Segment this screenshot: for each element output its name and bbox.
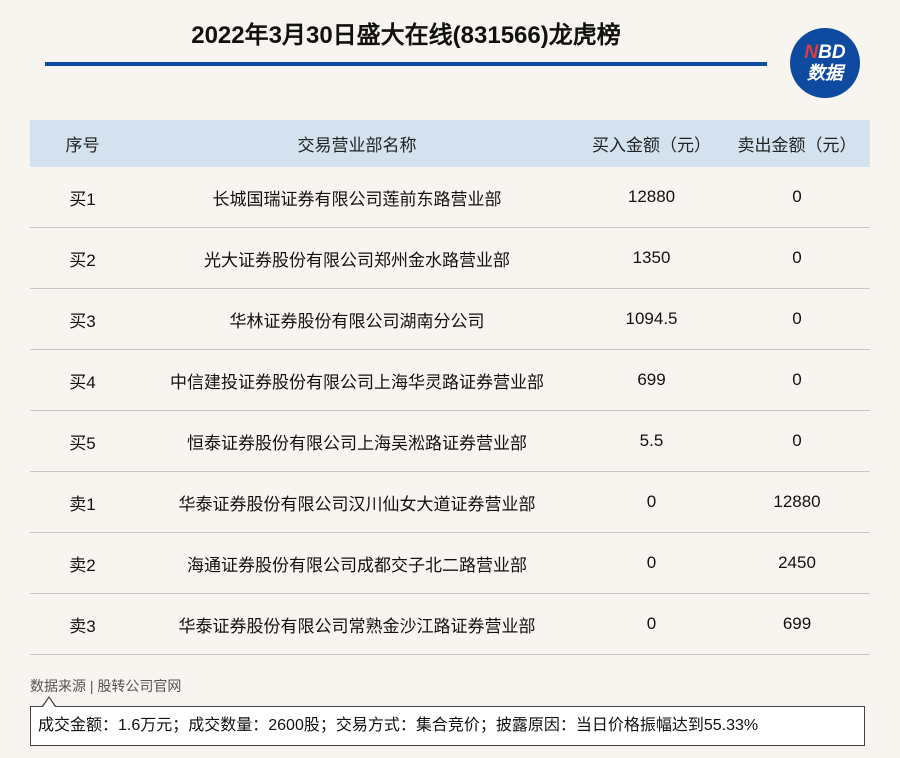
table-row: 卖2 海通证券股份有限公司成都交子北二路营业部 0 2450 [30,533,870,594]
cell-branch: 恒泰证券股份有限公司上海吴淞路证券营业部 [187,433,527,453]
data-source: 数据来源 | 股转公司官网 [30,678,182,694]
cell-buy: 0 [646,492,657,511]
cell-branch: 华泰证券股份有限公司常熟金沙江路证券营业部 [178,616,536,636]
table-row: 买5 恒泰证券股份有限公司上海吴淞路证券营业部 5.5 0 [30,411,870,472]
cell-index: 买4 [69,372,96,392]
cell-sell: 12880 [773,492,821,511]
table-row: 卖1 华泰证券股份有限公司汉川仙女大道证券营业部 0 12880 [30,472,870,533]
table-row: 卖3 华泰证券股份有限公司常熟金沙江路证券营业部 0 699 [30,594,870,655]
cell-sell: 0 [792,248,802,267]
trade-summary-note: 成交金额：1.6万元；成交数量：2600股；交易方式：集合竞价；披露原因：当日价… [30,706,865,746]
cell-buy: 1350 [632,248,671,267]
cell-index: 卖3 [69,616,96,636]
table-header: 序号 交易营业部名称 买入金额（元） 卖出金额（元） [30,120,870,167]
table-row: 买3 华林证券股份有限公司湖南分公司 1094.5 0 [30,289,870,350]
cell-buy: 0 [646,614,657,633]
cell-buy: 5.5 [639,431,664,450]
cell-index: 买2 [69,250,96,270]
dragon-tiger-table: 序号 交易营业部名称 买入金额（元） 卖出金额（元） 买1 长城国瑞证券有限公司… [30,120,870,655]
header-sell-amount: 卖出金额（元） [737,136,857,155]
cell-sell: 0 [792,309,802,328]
cell-buy: 12880 [627,187,676,206]
cell-sell: 0 [792,431,802,450]
header-buy-amount: 买入金额（元） [592,136,711,155]
cell-buy: 1094.5 [625,309,678,328]
cell-branch: 华泰证券股份有限公司汉川仙女大道证券营业部 [178,494,536,514]
table-body: 买1 长城国瑞证券有限公司莲前东路营业部 12880 0 买2 光大证券股份有限… [30,167,870,655]
cell-sell: 2450 [778,553,816,572]
page-title: 2022年3月30日盛大在线(831566)龙虎榜 [191,22,621,49]
cell-branch: 华林证券股份有限公司湖南分公司 [229,311,485,331]
header-index: 序号 [65,136,100,155]
header-branch-name: 交易营业部名称 [297,136,417,155]
cell-buy: 699 [637,370,666,389]
title-underline [45,62,767,66]
cell-sell: 0 [792,370,802,389]
cell-branch: 海通证券股份有限公司成都交子北二路营业部 [187,555,527,575]
cell-index: 卖1 [69,494,96,514]
cell-branch: 光大证券股份有限公司郑州金水路营业部 [204,250,510,270]
cell-branch: 中信建投证券股份有限公司上海华灵路证券营业部 [170,372,544,392]
cell-sell: 699 [782,614,812,633]
cell-index: 买5 [69,433,96,453]
cell-index: 卖2 [69,555,96,575]
logo-data-text: 数据 [807,62,843,83]
table-row: 买2 光大证券股份有限公司郑州金水路营业部 1350 0 [30,228,870,289]
table-row: 买1 长城国瑞证券有限公司莲前东路营业部 12880 0 [30,167,870,228]
cell-index: 买3 [69,311,96,331]
cell-branch: 长城国瑞证券有限公司莲前东路营业部 [212,189,502,209]
logo-nbd-text: NBD [804,41,846,63]
cell-sell: 0 [792,187,802,206]
nbd-logo: NBD 数据 [790,28,860,98]
cell-index: 买1 [69,189,96,209]
cell-buy: 0 [646,553,657,572]
table-row: 买4 中信建投证券股份有限公司上海华灵路证券营业部 699 0 [30,350,870,411]
callout-pointer-fill [43,698,55,707]
